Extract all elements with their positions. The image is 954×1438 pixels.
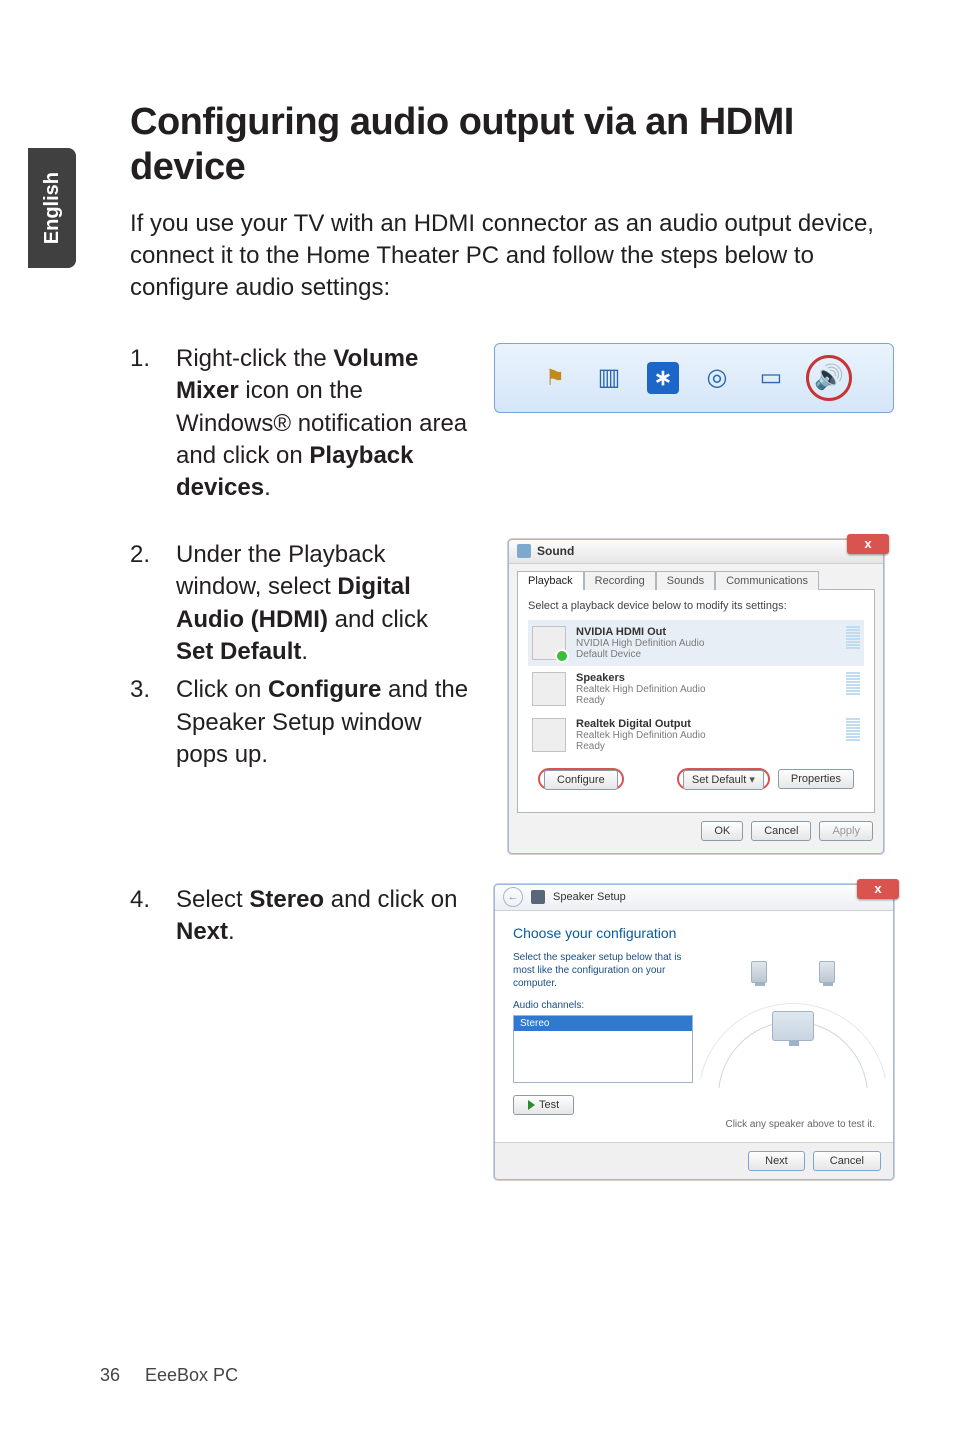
- step-4-bold-b: Next: [176, 918, 228, 945]
- default-check-icon: [555, 649, 569, 663]
- speaker-test-hint: Click any speaker above to test it.: [513, 1119, 875, 1130]
- speaker-layout-illustration: [711, 951, 875, 1101]
- step-3-body: Click on Configure and the Speaker Setup…: [176, 674, 470, 771]
- intro-paragraph: If you use your TV with an HDMI connecto…: [130, 208, 884, 305]
- device-icon-hdmi: [532, 626, 566, 660]
- device-speakers[interactable]: Speakers Realtek High Definition Audio R…: [528, 666, 864, 712]
- ok-button[interactable]: OK: [701, 821, 743, 841]
- device-icon-speakers: [532, 672, 566, 706]
- step-2-bold-b: Set Default: [176, 638, 301, 665]
- test-button[interactable]: Test: [513, 1095, 574, 1115]
- configure-highlight: Configure: [538, 768, 624, 790]
- device-status: Ready: [576, 695, 706, 706]
- play-icon: [528, 1100, 535, 1110]
- step-3-number: 3.: [130, 674, 176, 771]
- step-2-body: Under the Playback window, select Digita…: [176, 539, 470, 669]
- footer-title: EeeBox PC: [145, 1365, 238, 1385]
- step-4-bold-a: Stereo: [249, 886, 324, 913]
- device-detail: NVIDIA High Definition Audio: [576, 638, 704, 649]
- device-realtek-digital[interactable]: Realtek Digital Output Realtek High Defi…: [528, 712, 864, 758]
- sound-dialog: x Sound Playback Recording Sounds Commun…: [508, 539, 884, 854]
- page-number: 36: [100, 1365, 140, 1386]
- device-name: Realtek Digital Output: [576, 718, 706, 730]
- step-2-text-b: and click: [328, 606, 428, 633]
- speaker-setup-heading: Choose your configuration: [513, 925, 875, 941]
- speaker-setup-title: Speaker Setup: [553, 891, 626, 903]
- tab-sounds[interactable]: Sounds: [656, 571, 715, 590]
- tab-playback[interactable]: Playback: [517, 571, 584, 590]
- speaker-setup-dialog: x ← Speaker Setup Choose your configurat…: [494, 884, 894, 1180]
- level-meter: [846, 672, 860, 695]
- device-icon-digital: [532, 718, 566, 752]
- volume-icon: 🔊: [806, 355, 852, 401]
- action-center-icon: ⚑: [536, 359, 574, 397]
- step-1-text-c: .: [264, 474, 271, 501]
- cancel-button[interactable]: Cancel: [751, 821, 811, 841]
- sound-dialog-icon: [517, 544, 531, 558]
- language-side-tab: English: [28, 148, 76, 268]
- step-4-body: Select Stereo and click on Next.: [176, 884, 470, 949]
- magnifier-icon: ◎: [698, 359, 736, 397]
- left-speaker-icon[interactable]: [751, 961, 767, 983]
- device-detail: Realtek High Definition Audio: [576, 684, 706, 695]
- next-button[interactable]: Next: [748, 1151, 805, 1171]
- page-heading: Configuring audio output via an HDMI dev…: [130, 100, 884, 190]
- audio-channels-label: Audio channels:: [513, 1000, 693, 1011]
- step-3: 3. Click on Configure and the Speaker Se…: [130, 674, 470, 771]
- step-1-number: 1.: [130, 343, 176, 505]
- device-icon: ▭: [752, 359, 790, 397]
- step-3-text-a: Click on: [176, 676, 268, 703]
- device-name: NVIDIA HDMI Out: [576, 626, 704, 638]
- step-2: 2. Under the Playback window, select Dig…: [130, 539, 470, 669]
- step-4-text-a: Select: [176, 886, 249, 913]
- test-label: Test: [539, 1099, 559, 1111]
- step-4-text-b: and click on: [324, 886, 457, 913]
- close-button[interactable]: x: [847, 534, 889, 554]
- bluetooth-icon: ∗: [644, 359, 682, 397]
- playback-instruction: Select a playback device below to modify…: [528, 600, 864, 612]
- level-meter: [846, 718, 860, 741]
- configure-button[interactable]: Configure: [544, 770, 618, 790]
- device-status: Ready: [576, 741, 706, 752]
- sound-tabs: Playback Recording Sounds Communications: [509, 564, 883, 589]
- step-4-text-c: .: [228, 918, 235, 945]
- level-meter: [846, 626, 860, 649]
- device-detail: Realtek High Definition Audio: [576, 730, 706, 741]
- cancel-button[interactable]: Cancel: [813, 1151, 881, 1171]
- device-name: Speakers: [576, 672, 706, 684]
- audio-channels-listbox[interactable]: Stereo: [513, 1015, 693, 1083]
- tab-recording[interactable]: Recording: [584, 571, 656, 590]
- setdefault-highlight: Set Default: [677, 768, 770, 790]
- step-4: 4. Select Stereo and click on Next.: [130, 884, 470, 949]
- step-1-text-a: Right-click the: [176, 345, 333, 372]
- step-4-number: 4.: [130, 884, 176, 949]
- tab-communications[interactable]: Communications: [715, 571, 819, 590]
- system-tray-illustration: ⚑ ▥ ∗ ◎ ▭ 🔊: [494, 343, 894, 413]
- sound-dialog-title: Sound: [537, 544, 574, 558]
- device-nvidia-hdmi[interactable]: NVIDIA HDMI Out NVIDIA High Definition A…: [528, 620, 864, 666]
- step-2-number: 2.: [130, 539, 176, 669]
- properties-button[interactable]: Properties: [778, 769, 854, 789]
- step-2-text-c: .: [301, 638, 308, 665]
- speaker-setup-sub: Select the speaker setup below that is m…: [513, 951, 693, 990]
- network-blocked-icon: ▥: [590, 359, 628, 397]
- set-default-button[interactable]: Set Default: [683, 770, 764, 790]
- language-label: English: [41, 172, 64, 244]
- step-3-bold-a: Configure: [268, 676, 381, 703]
- monitor-icon: [772, 1011, 814, 1041]
- close-button[interactable]: x: [857, 879, 899, 899]
- step-1-body: Right-click the Volume Mixer icon on the…: [176, 343, 470, 505]
- apply-button[interactable]: Apply: [819, 821, 873, 841]
- back-icon[interactable]: ←: [503, 887, 523, 907]
- step-1: 1. Right-click the Volume Mixer icon on …: [130, 343, 470, 505]
- stereo-option[interactable]: Stereo: [514, 1016, 692, 1031]
- right-speaker-icon[interactable]: [819, 961, 835, 983]
- device-status: Default Device: [576, 649, 704, 660]
- page-footer: 36 EeeBox PC: [100, 1365, 238, 1386]
- speaker-setup-icon: [531, 890, 545, 904]
